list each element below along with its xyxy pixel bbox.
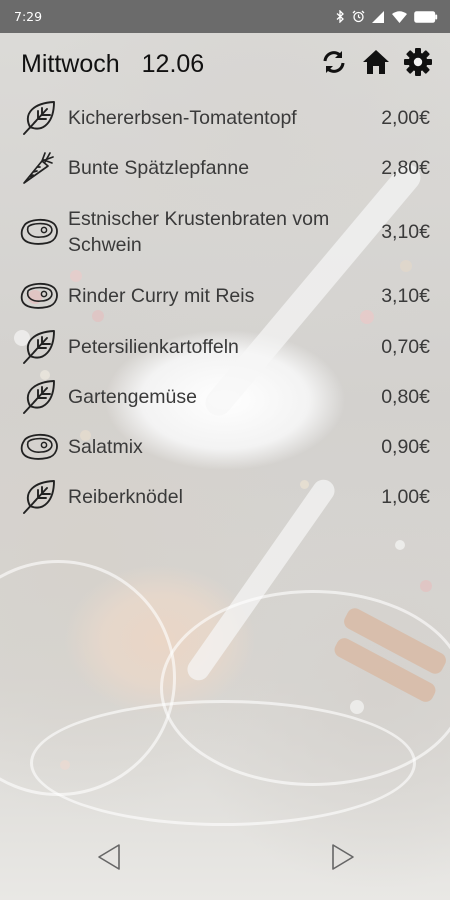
menu-item[interactable]: Estnischer Krustenbraten vom Schwein 3,1… [0,194,450,270]
menu-item-price: 0,70€ [381,335,430,358]
leaf-icon [18,97,60,139]
refresh-icon [320,48,348,80]
menu-item-price: 1,00€ [381,485,430,508]
menu-item-name: Petersilienkartoffeln [68,336,239,358]
menu-item-price: 3,10€ [381,284,430,307]
previous-day-button[interactable] [94,842,124,876]
menu-list: Kichererbsen-Tomatentopf 2,00€ Bunte Spä… [0,94,450,522]
menu-item-name: Reiberknödel [68,486,183,508]
menu-item[interactable]: Bunte Spätzlepfanne 2,80€ [0,142,450,194]
carrot-icon [18,147,60,189]
menu-item-name: Estnischer Krustenbraten vom Schwein [68,208,330,256]
leaf-icon [18,326,60,368]
battery-icon [414,10,438,23]
alarm-icon [352,10,365,23]
menu-item-price: 3,10€ [381,220,430,243]
leaf-icon [18,376,60,418]
menu-item-name: Salatmix [68,436,143,458]
menu-item[interactable]: Gartengemüse 0,80€ [0,372,450,422]
meat-icon [18,426,60,468]
menu-item-price: 2,80€ [381,156,430,179]
status-time: 7:29 [14,9,43,24]
meat-icon [18,275,60,317]
menu-item[interactable]: Kichererbsen-Tomatentopf 2,00€ [0,94,450,142]
previous-day-icon [97,843,121,875]
bluetooth-icon [336,10,345,23]
leaf-icon [18,476,60,518]
menu-item-price: 2,00€ [381,106,430,129]
signal-icon [372,10,385,23]
menu-item[interactable]: Petersilienkartoffeln 0,70€ [0,322,450,372]
weekday-title: Mittwoch [21,49,120,78]
refresh-button[interactable] [314,44,354,84]
menu-item[interactable]: Reiberknödel 1,00€ [0,472,450,522]
menu-item-name: Gartengemüse [68,386,197,408]
menu-item-name: Rinder Curry mit Reis [68,285,255,307]
settings-icon [403,47,433,81]
status-bar: 7:29 [0,0,450,33]
settings-button[interactable] [398,44,438,84]
date-title: 12.06 [141,49,205,78]
menu-item[interactable]: Salatmix 0,90€ [0,422,450,472]
app-header: Mittwoch 12.06 [0,33,450,95]
next-day-icon [331,843,355,875]
menu-item-name: Bunte Spätzlepfanne [68,157,250,179]
home-button[interactable] [356,44,396,84]
next-day-button[interactable] [328,842,358,876]
menu-item-price: 0,80€ [381,385,430,408]
menu-item-name: Kichererbsen-Tomatentopf [68,107,297,129]
menu-item[interactable]: Rinder Curry mit Reis 3,10€ [0,270,450,322]
meat-icon [18,211,60,253]
home-icon [362,49,390,79]
wifi-icon [392,10,407,23]
menu-item-price: 0,90€ [381,435,430,458]
